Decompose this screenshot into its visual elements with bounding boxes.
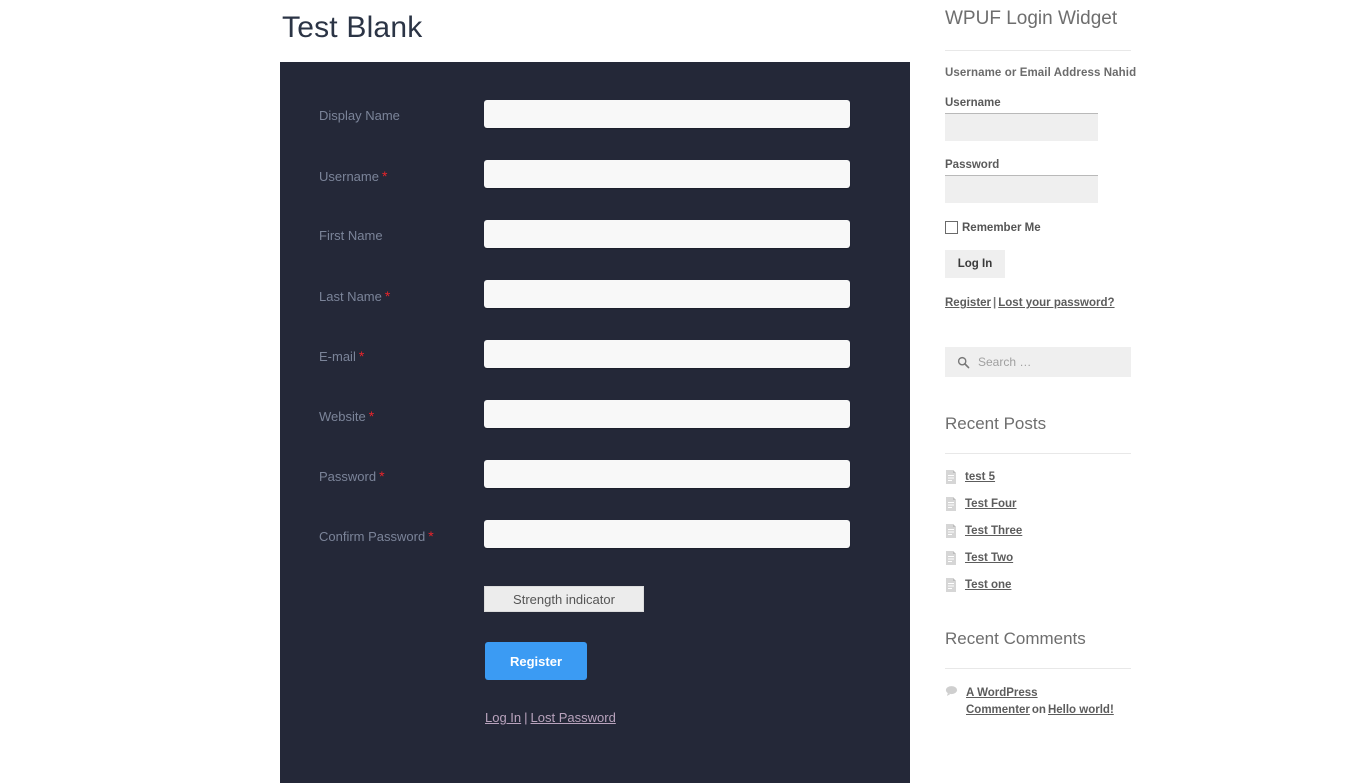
document-icon (945, 524, 957, 538)
required-marker: * (428, 528, 434, 544)
recent-comment-text: A WordPress Commenter on Hello world! (966, 685, 1145, 719)
recent-post-link[interactable]: test 5 (965, 471, 995, 483)
remember-me-label: Remember Me (962, 221, 1041, 234)
sidebar-register-link[interactable]: Register (945, 297, 991, 309)
recent-post-link[interactable]: Test Four (965, 498, 1017, 510)
recent-post-item[interactable]: Test Two (945, 551, 1145, 565)
recent-post-link[interactable]: Test Three (965, 525, 1022, 537)
document-icon (945, 497, 957, 511)
recent-comments-widget: Recent Comments A WordPress Commenter on H… (945, 629, 1145, 719)
wpuf-login-widget: WPUF Login Widget Username or Email Addr… (945, 0, 1145, 309)
recent-comments-title: Recent Comments (945, 629, 1086, 648)
remember-me-checkbox[interactable] (945, 221, 958, 234)
recent-post-item[interactable]: Test one (945, 578, 1145, 592)
recent-post-link[interactable]: Test one (965, 579, 1011, 591)
recent-post-item[interactable]: test 5 (945, 470, 1145, 484)
form-field-row: Username * (280, 122, 910, 188)
password-strength-indicator: Strength indicator (484, 586, 644, 612)
comment-post-link[interactable]: Hello world! (1048, 704, 1114, 716)
form-field-row: E-mail * (280, 302, 910, 368)
form-field-label: Display Name (319, 108, 400, 123)
search-icon (957, 356, 970, 369)
recent-post-item[interactable]: Test Four (945, 497, 1145, 511)
recent-comments-divider (945, 668, 1131, 669)
login-widget-note: Username or Email Address Nahid (945, 67, 1137, 79)
comment-connector: on (1031, 704, 1046, 716)
recent-post-item[interactable]: Test Three (945, 524, 1145, 538)
login-widget-links: Register | Lost your password? (945, 297, 1145, 309)
login-password-input[interactable] (945, 175, 1098, 203)
search-input[interactable] (978, 355, 1118, 369)
form-field-label: First Name (319, 228, 383, 243)
comment-icon (945, 685, 958, 697)
page-title: Test Blank (282, 11, 423, 44)
form-field-input[interactable] (484, 520, 850, 548)
login-widget-title: WPUF Login Widget (945, 8, 1118, 29)
document-icon (945, 578, 957, 592)
recent-posts-divider (945, 453, 1131, 454)
registration-form-panel: Display Name Username * First Name Last Name… (280, 62, 910, 783)
form-lost-password-link[interactable]: Lost Password (531, 710, 616, 725)
recent-posts-widget: Recent Posts test 5 Test Four Test Three Te… (945, 414, 1145, 592)
sidebar: WPUF Login Widget Username or Email Addr… (945, 0, 1145, 783)
recent-comment-item: A WordPress Commenter on Hello world! (945, 685, 1145, 719)
form-field-row: Confirm Password * (280, 482, 910, 548)
recent-posts-list: test 5 Test Four Test Three Test Two Test on… (945, 470, 1145, 592)
comment-author-link[interactable]: A WordPress Commenter (966, 687, 1038, 716)
form-login-link[interactable]: Log In (485, 710, 521, 725)
login-username-input[interactable] (945, 113, 1098, 141)
form-field-row: Password * (280, 422, 910, 488)
form-footer-links: Log In | Lost Password (485, 710, 616, 725)
page-root: Test Blank Display Name Username * First Na… (0, 0, 1345, 783)
document-icon (945, 470, 957, 484)
form-field-row: Display Name (280, 62, 910, 128)
remember-me-row[interactable]: Remember Me (945, 221, 1145, 234)
register-button[interactable]: Register (485, 642, 587, 680)
form-links-separator: | (524, 710, 528, 725)
form-field-row: Last Name * (280, 242, 910, 308)
login-username-label: Username (945, 97, 1001, 109)
login-password-label: Password (945, 159, 1000, 171)
search-widget[interactable] (945, 347, 1131, 377)
document-icon (945, 551, 957, 565)
main-content-column: Test Blank Display Name Username * First Na… (280, 0, 910, 783)
form-field-row: First Name (280, 182, 910, 248)
form-field-row: Website * (280, 362, 910, 428)
recent-posts-title: Recent Posts (945, 414, 1047, 433)
sidebar-lost-password-link[interactable]: Lost your password? (998, 297, 1114, 309)
login-button[interactable]: Log In (945, 250, 1005, 278)
login-widget-divider (945, 50, 1131, 51)
form-field-label: Confirm Password * (319, 528, 434, 544)
recent-comments-list: A WordPress Commenter on Hello world! (945, 685, 1145, 719)
recent-post-link[interactable]: Test Two (965, 552, 1013, 564)
